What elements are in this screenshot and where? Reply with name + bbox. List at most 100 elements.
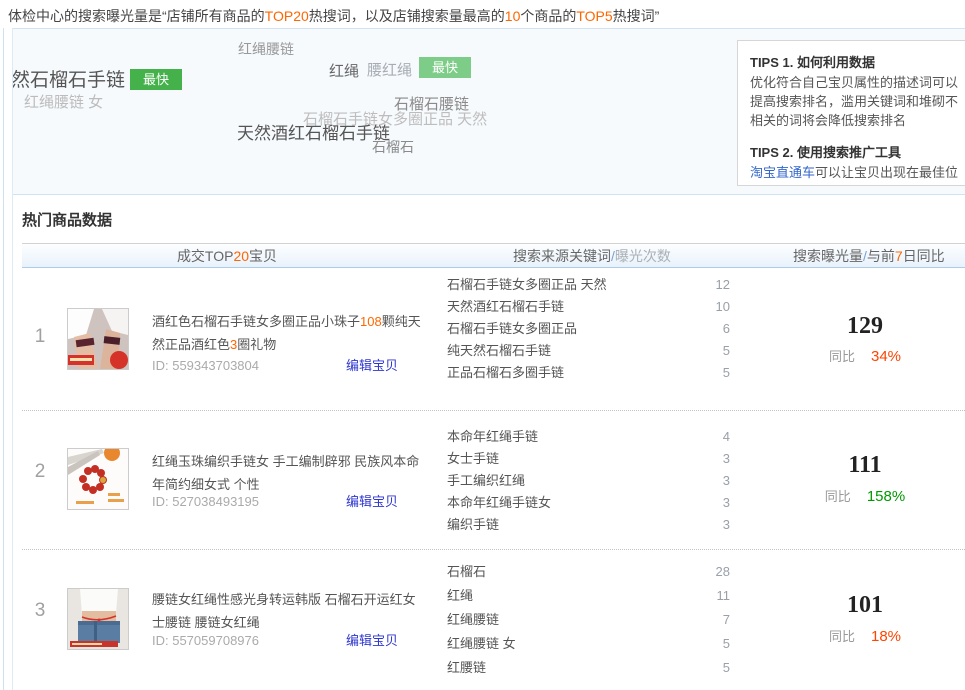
- edit-item-link[interactable]: 编辑宝贝: [346, 491, 398, 510]
- keyword-count: 6: [723, 318, 730, 340]
- header-text: 与前: [867, 248, 895, 264]
- page-description: 体检中心的搜索曝光量是“店铺所有商品的TOP20热搜词，以及店铺搜索量最高的10…: [8, 6, 659, 26]
- product-id: ID: 559343703804: [152, 358, 259, 373]
- left-border-line-outer: [3, 28, 4, 690]
- keyword-list: 石榴石28 红绳11 红绳腰链7 红绳腰链 女5 红腰链 5: [447, 560, 730, 680]
- keyword-row: 石榴石手链女多圈正品 天然12: [447, 274, 730, 296]
- description-text: 个商品的: [520, 8, 576, 24]
- bracelet-wrists-image: [68, 309, 128, 369]
- product-id-line: ID: 557059708976 编辑宝贝: [152, 630, 398, 649]
- zhitongche-link[interactable]: 淘宝直通车: [750, 165, 815, 180]
- product-image[interactable]: [67, 588, 129, 650]
- keyword-list: 本命年红绳手链4 女士手链 3 手工编织红绳 3 本命年红绳手链女 3 编织手链3: [447, 426, 730, 536]
- keyword-row: 天然酒红石榴石手链10: [447, 296, 730, 318]
- keyword-text: 正品石榴石多圈手链: [447, 362, 564, 384]
- product-id: ID: 527038493195: [152, 494, 259, 509]
- header-num: 20: [233, 248, 249, 264]
- fastest-badge: 最快: [419, 57, 471, 78]
- header-text: 搜索曝光量: [793, 248, 863, 264]
- keyword-row: 红绳腰链 女5: [447, 632, 730, 656]
- row-rank: 1: [26, 326, 54, 348]
- keyword-count: 5: [723, 362, 730, 384]
- cloud-keyword: 红绳腰链 女: [24, 91, 103, 112]
- keyword-text: 红腰链: [447, 656, 486, 680]
- yoy-label: 同比: [825, 489, 851, 504]
- red-bead-bracelet-image: [68, 449, 128, 509]
- exposure-number: 101: [847, 592, 883, 618]
- title-num: 108: [360, 314, 382, 329]
- yoy-percent: 34%: [871, 348, 901, 365]
- column-header-exposure: 搜索曝光量/与前7日同比: [793, 244, 945, 268]
- keyword-row: 红绳11: [447, 584, 730, 608]
- keyword-row: 编织手链3: [447, 514, 730, 536]
- cloud-keyword: 红绳: [329, 60, 359, 81]
- product-image[interactable]: [67, 448, 129, 510]
- description-top5: TOP5: [576, 8, 612, 24]
- fastest-badge: 最快: [130, 69, 182, 90]
- description-text: 体检中心的搜索曝光量是“店铺所有商品的: [8, 8, 265, 24]
- product-id: ID: 557059708976: [152, 633, 259, 648]
- cloud-keyword: 天然酒红石榴石手链: [237, 119, 390, 144]
- page: 体检中心的搜索曝光量是“店铺所有商品的TOP20热搜词，以及店铺搜索量最高的 10…: [0, 0, 965, 690]
- keyword-row: 本命年红绳手链4: [447, 426, 730, 448]
- column-header-keywords: 搜索来源关键词/曝光次数: [513, 244, 671, 268]
- keyword-text: 石榴石: [447, 560, 486, 584]
- keyword-row: 石榴石28: [447, 560, 730, 584]
- yoy-line: 同比158%: [790, 486, 940, 505]
- cloud-keyword: 红绳腰链: [238, 39, 294, 59]
- keyword-count: 4: [723, 426, 730, 448]
- product-title: 腰链女红绳性感光身转运韩版 石榴石开运红女士腰链 腰链女红绳: [152, 588, 424, 634]
- title-text: 圈礼物: [237, 337, 276, 352]
- product-id-line: ID: 527038493195 编辑宝贝: [152, 491, 398, 510]
- edit-item-link[interactable]: 编辑宝贝: [346, 355, 398, 374]
- keyword-row: 红腰链 5: [447, 656, 730, 680]
- keyword-text: 本命年红绳手链女: [447, 492, 551, 514]
- keyword-row: 正品石榴石多圈手链 5: [447, 362, 730, 384]
- keyword-text: 天然酒红石榴石手链: [447, 296, 564, 318]
- header-text: 成交TOP: [177, 248, 234, 264]
- product-image[interactable]: [67, 308, 129, 370]
- description-text: 热搜词，以及店铺搜索量最高的: [309, 8, 505, 24]
- product-title: 酒红色石榴石手链女多圈正品小珠子108颗纯天然正品酒红色3圈礼物: [152, 310, 424, 356]
- keyword-text: 石榴石手链女多圈正品 天然: [447, 274, 607, 296]
- product-id-line: ID: 559343703804 编辑宝贝: [152, 355, 398, 374]
- row-rank: 3: [26, 600, 54, 622]
- keyword-count: 5: [723, 340, 730, 362]
- yoy-line: 同比34%: [790, 346, 940, 365]
- exposure-total: 129: [790, 313, 940, 340]
- keyword-text: 女士手链: [447, 448, 499, 470]
- tips1-body: 优化符合自己宝贝属性的描述词可以提高搜索排名，滥用关键词和堆砌不相关的词将会降低…: [750, 73, 962, 130]
- yoy-percent: 18%: [871, 628, 901, 645]
- edit-item-link[interactable]: 编辑宝贝: [346, 630, 398, 649]
- title-text: 酒红色石榴石手链女多圈正品小珠子: [152, 314, 360, 329]
- row-rank: 2: [26, 461, 54, 483]
- waist-chain-jeans-image: [68, 589, 128, 649]
- tips1-title: TIPS 1. 如何利用数据: [750, 52, 962, 71]
- exposure-number: 129: [847, 313, 883, 339]
- cloud-keyword: 石榴石: [372, 137, 414, 157]
- tips2-body: 淘宝直通车可以让宝贝出现在最佳位置: [750, 163, 962, 186]
- keyword-list: 石榴石手链女多圈正品 天然12 天然酒红石榴石手链10 石榴石手链女多圈正品6 …: [447, 274, 730, 384]
- header-text-dim: 曝光次数: [615, 248, 671, 264]
- keyword-text: 石榴石手链女多圈正品: [447, 318, 577, 340]
- keyword-row: 纯天然石榴石手链5: [447, 340, 730, 362]
- header-text: 宝贝: [249, 248, 277, 264]
- keyword-count: 5: [723, 632, 730, 656]
- yoy-label: 同比: [829, 629, 855, 644]
- keyword-row: 本命年红绳手链女 3: [447, 492, 730, 514]
- keyword-text: 手工编织红绳: [447, 470, 525, 492]
- yoy-line: 同比 18%: [790, 626, 940, 645]
- keyword-text: 红绳腰链: [447, 608, 499, 632]
- keyword-row: 红绳腰链7: [447, 608, 730, 632]
- tips2-title: TIPS 2. 使用搜索推广工具: [750, 142, 962, 161]
- keyword-count: 5: [723, 656, 730, 680]
- keyword-row: 手工编织红绳 3: [447, 470, 730, 492]
- section-title: 热门商品数据: [22, 209, 112, 230]
- keyword-count: 3: [723, 492, 730, 514]
- table-header: 成交TOP20宝贝 搜索来源关键词/曝光次数 搜索曝光量/与前7日同比: [22, 243, 965, 268]
- description-top20: TOP20: [265, 8, 309, 24]
- header-text: 搜索来源关键词: [513, 248, 611, 264]
- cloud-keyword: 腰红绳: [367, 59, 412, 80]
- keyword-count: 3: [723, 470, 730, 492]
- product-title: 红绳玉珠编织手链女 手工编制辟邪 民族风本命年简约细女式 个性: [152, 450, 424, 496]
